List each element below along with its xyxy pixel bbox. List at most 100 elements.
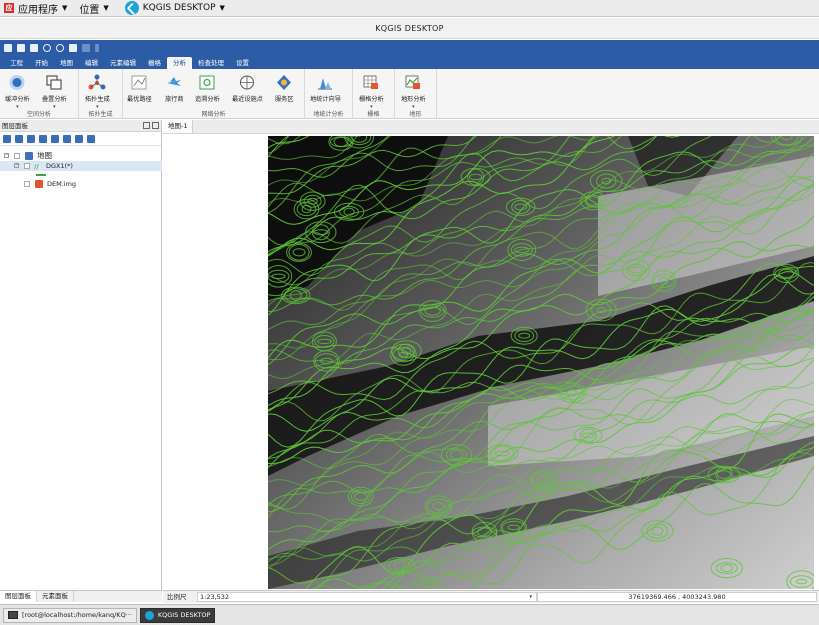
status-bar: 比例尺 1:23,532 ▾ 37619369.466 , 4003243.98… [163, 590, 819, 603]
layer-group-icon[interactable] [51, 134, 59, 143]
tab-raster[interactable]: 栅格 [142, 57, 167, 69]
tab-settings[interactable]: 设置 [230, 57, 255, 69]
add-layer-icon[interactable] [3, 134, 11, 143]
optimal-path-label: 最优路径 [127, 96, 152, 103]
tab-element-edit[interactable]: 元素编辑 [104, 57, 142, 69]
float-panel-icon[interactable] [143, 122, 150, 129]
tree-layer-dgx1[interactable]: − ∕∕ DGX1(*) [0, 161, 162, 171]
save-icon[interactable] [30, 44, 38, 52]
ribbon-tabs: 工程 开始 地图 编辑 元素编辑 栅格 分析 检查处理 设置 [0, 56, 819, 69]
map-canvas[interactable] [268, 136, 814, 589]
window-title-bar[interactable]: KQGIS DESKTOP [0, 18, 819, 39]
layer-style-icon[interactable] [75, 134, 83, 143]
tab-map[interactable]: 地图 [54, 57, 79, 69]
terrain-analysis-button[interactable]: 地形分析 ▾ [401, 74, 426, 110]
close-panel-icon[interactable] [152, 122, 159, 129]
group-label: 网络分析 [201, 111, 226, 118]
group-label: 拓扑生成 [88, 111, 113, 118]
new-project-icon[interactable] [4, 44, 12, 52]
taskbar-terminal[interactable]: [root@localhost:/home/kanq/KQ··· [3, 607, 137, 623]
layer-panel-toolbar [0, 132, 161, 146]
layer-filter-icon[interactable] [27, 134, 35, 143]
pan-icon[interactable] [82, 44, 90, 52]
trace-analysis-button[interactable]: 追溯分析 [195, 74, 220, 103]
redo-icon[interactable] [56, 44, 64, 52]
layer-order-icon[interactable] [39, 134, 47, 143]
layer-panel-header: 图层面板 [0, 120, 161, 132]
buffer-analysis-label: 缓冲分析 [5, 96, 30, 103]
map-visibility-checkbox[interactable] [14, 153, 20, 159]
system-taskbar: [root@localhost:/home/kanq/KQ··· KQGIS D… [0, 604, 819, 625]
geostatistics-icon [318, 78, 333, 90]
kqgis-task-label: KQGIS DESKTOP [157, 610, 211, 619]
tab-element-panel[interactable]: 元素面板 [37, 591, 74, 602]
traveling-salesman-icon [167, 77, 182, 86]
scale-select[interactable]: 1:23,532 ▾ [197, 592, 537, 602]
collapse-icon[interactable]: − [4, 153, 9, 158]
chevron-down-icon: ▼ [62, 4, 68, 12]
tab-analysis[interactable]: 分析 [167, 57, 192, 69]
raster-analysis-button[interactable]: 栅格分析 ▾ [359, 74, 384, 110]
geostatistics-wizard-label: 地统计向导 [310, 96, 341, 103]
traveling-salesman-button[interactable]: 旅行商 [165, 74, 184, 103]
layer-panel-tabs: 图层面板 元素面板 [0, 590, 162, 602]
terminal-label: [root@localhost:/home/kanq/KQ··· [22, 610, 132, 619]
places-label: 位置 [79, 4, 100, 16]
places-menu[interactable]: 位置 ▼ [79, 0, 108, 17]
buffer-icon [9, 75, 25, 90]
raster-layer-icon [35, 180, 43, 188]
tab-edit[interactable]: 编辑 [79, 57, 104, 69]
dem-visibility-checkbox[interactable] [24, 181, 30, 187]
select-icon[interactable] [69, 44, 77, 52]
group-label: 地形 [409, 111, 422, 118]
map-tab-bar: 地图-1 [163, 120, 819, 134]
collapse-icon[interactable]: − [14, 163, 19, 168]
group-label: 空间分析 [26, 111, 51, 118]
group-raster: 栅格分析 ▾ 栅格 [353, 69, 395, 119]
open-project-icon[interactable] [17, 44, 25, 52]
terrain-analysis-label: 地形分析 [401, 96, 426, 103]
tab-check[interactable]: 检查处理 [192, 57, 230, 69]
service-area-button[interactable]: 服务区 [275, 74, 294, 103]
service-area-icon [277, 75, 292, 90]
map-root-label: 地图 [37, 151, 52, 160]
optimal-path-button[interactable]: 最优路径 [127, 74, 152, 103]
geostatistics-wizard-button[interactable]: 地统计向导 [310, 74, 341, 103]
group-label: 地统计分析 [313, 111, 344, 118]
raster-analysis-label: 栅格分析 [359, 96, 384, 103]
active-app-menu[interactable]: KQGIS DESKTOP ▼ [117, 0, 225, 17]
overlay-analysis-label: 叠置分析 [42, 96, 67, 103]
map-view: 地图-1 [163, 120, 819, 590]
layer-remove-icon[interactable] [87, 134, 95, 143]
buffer-analysis-button[interactable]: 缓冲分析 ▾ [5, 74, 30, 110]
nearest-facility-icon [240, 75, 255, 90]
more-icon[interactable] [95, 44, 99, 52]
overlay-icon [46, 75, 62, 90]
coordinate-value: 37619369.466 , 4003243.980 [628, 593, 726, 601]
nearest-facility-button[interactable]: 最近设施点 [232, 74, 263, 103]
coordinate-readout: 37619369.466 , 4003243.980 [537, 592, 817, 602]
applications-menu[interactable]: 应 应用程序 ▼ [4, 0, 67, 17]
tab-layer-panel[interactable]: 图层面板 [0, 591, 37, 602]
topology-icon [88, 74, 106, 90]
layer-list-icon[interactable] [15, 134, 23, 143]
tab-start[interactable]: 开始 [29, 57, 54, 69]
chevron-down-icon[interactable]: ▾ [529, 593, 532, 601]
nearest-facility-label: 最近设施点 [232, 96, 263, 103]
group-terrain: 地形分析 ▾ 地形 [395, 69, 437, 119]
topology-build-button[interactable]: 拓扑生成 ▾ [85, 74, 110, 110]
chevron-down-icon: ▼ [103, 4, 109, 12]
tab-project[interactable]: 工程 [4, 57, 29, 69]
overlay-analysis-button[interactable]: 叠置分析 ▾ [42, 74, 67, 110]
dgx1-layer-label: DGX1(*) [46, 162, 73, 170]
taskbar-kqgis[interactable]: KQGIS DESKTOP [139, 607, 216, 623]
tree-layer-dem[interactable]: DEM.img [0, 179, 162, 189]
tab-map-1[interactable]: 地图-1 [163, 120, 194, 133]
trace-analysis-label: 追溯分析 [195, 96, 220, 103]
layer-table-icon[interactable] [63, 134, 71, 143]
group-spatial-analysis: 缓冲分析 ▾ 叠置分析 ▾ 空间分析 [0, 69, 79, 119]
dgx1-visibility-checkbox[interactable] [24, 163, 30, 169]
tree-root-map[interactable]: − 地图 [0, 151, 162, 161]
undo-icon[interactable] [43, 44, 51, 52]
desktop-top-bar: 应 应用程序 ▼ 位置 ▼ KQGIS DESKTOP ▼ [0, 0, 819, 17]
